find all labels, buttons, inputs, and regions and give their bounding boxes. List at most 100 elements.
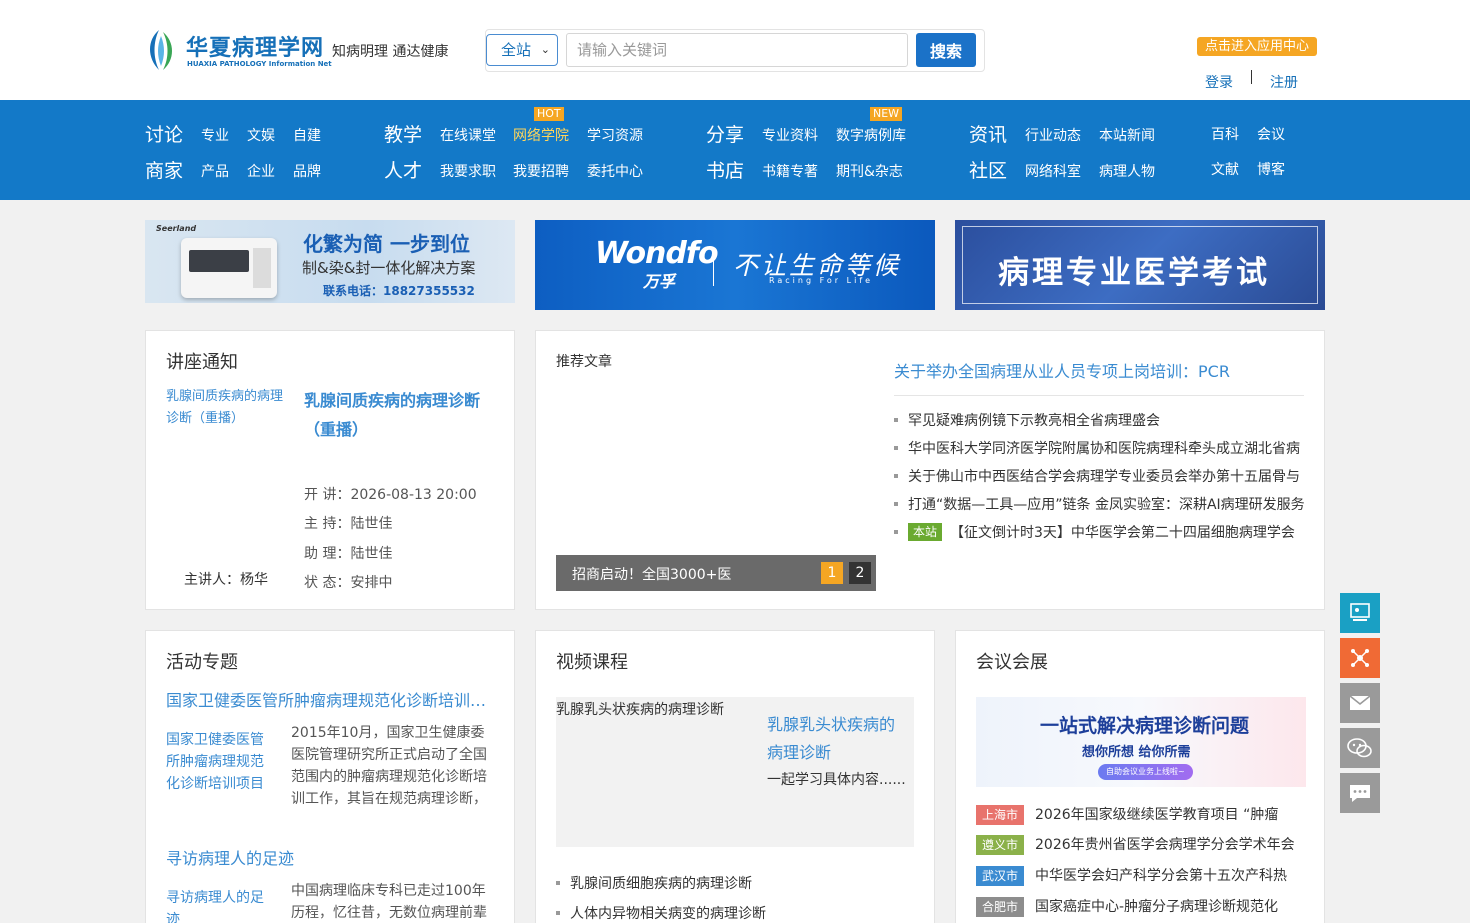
hot-badge: HOT — [534, 107, 564, 121]
nav-head-community[interactable]: 社区 — [969, 156, 1007, 183]
meeting-row[interactable]: 遵义市 2026年贵州省医学会病理学分会学术年会 — [976, 835, 1306, 855]
meeting-row[interactable]: 上海市 2026年国家级继续医学教育项目 “肿瘤 — [976, 805, 1306, 825]
logo-text-en: HUAXIA PATHOLOGY Information Net — [187, 60, 332, 68]
slogan: 知病明理 通达健康 — [332, 44, 449, 60]
main-nav: 讨论 专业 文娱 自建 商家 产品 企业 品牌 教学 在线课堂 网络学院 HOT… — [0, 100, 1470, 200]
nav-head-discuss[interactable]: 讨论 — [145, 120, 183, 147]
activity-image[interactable]: 寻访病理人的足迹 — [166, 887, 276, 923]
video-thumbnail[interactable]: 乳腺乳头状疾病的病理诊断 — [556, 699, 724, 719]
nav-item[interactable]: 自建 — [293, 125, 321, 145]
video-feature-title[interactable]: 乳腺乳头状疾病的病理诊断 — [767, 711, 907, 767]
site-badge: 本站 — [908, 523, 943, 541]
meeting-banner-pill: 自助会议业务上线啦~ — [1098, 764, 1193, 780]
activity-desc: 中国病理临床专科已走过100年历程，忆往昔，无数位病理前辈 — [291, 883, 487, 921]
video-feature-desc: 一起学习具体内容...... — [767, 772, 906, 788]
nav-item-blog[interactable]: 博客 — [1257, 159, 1285, 179]
recommend-headline[interactable]: 关于举办全国病理从业人员专项上岗培训：PCR — [894, 358, 1230, 382]
classroom-icon[interactable] — [1340, 593, 1380, 633]
nav-item[interactable]: 品牌 — [293, 161, 321, 181]
nav-head-talent[interactable]: 人才 — [384, 156, 422, 183]
nav-item[interactable]: 行业动态 — [1025, 125, 1081, 145]
meeting-banner[interactable]: 一站式解决病理诊断问题 想你所想 给你所需 自助会议业务上线啦~ — [976, 697, 1306, 787]
activity-image[interactable]: 国家卫健委医管所肿瘤病理规范化诊断培训项目 — [166, 729, 276, 795]
video-feature[interactable]: 乳腺乳头状疾病的病理诊断 乳腺乳头状疾病的病理诊断 一起学习具体内容...... — [556, 697, 914, 847]
search-scope-select[interactable]: 全站 ⌄ — [486, 34, 558, 66]
recommend-item-text: 【征文倒计时3天】中华医学会第二十四届细胞病理学会 — [950, 525, 1295, 541]
nav-item-network-academy[interactable]: 网络学院 — [513, 125, 569, 145]
meeting-panel: 会议会展 一站式解决病理诊断问题 想你所想 给你所需 自助会议业务上线啦~ 上海… — [955, 630, 1325, 923]
nav-item[interactable]: 我要求职 — [440, 161, 496, 181]
city-tag: 武汉市 — [976, 866, 1024, 886]
search-input[interactable] — [566, 33, 908, 67]
share-network-icon[interactable] — [1340, 638, 1380, 678]
meeting-text: 国家癌症中心-肿瘤分子病理诊断规范化 — [1035, 899, 1279, 915]
nav-item[interactable]: 专业资料 — [762, 125, 818, 145]
nav-item[interactable]: 数字病例库 — [836, 125, 906, 145]
lecture-image[interactable]: 乳腺间质疾病的病理诊断（重播） — [166, 386, 286, 430]
activity-panel-title: 活动专题 — [166, 652, 238, 673]
search-button[interactable]: 搜索 — [916, 33, 976, 67]
nav-item[interactable]: 文娱 — [247, 125, 275, 145]
recommend-item-site[interactable]: 本站 【征文倒计时3天】中华医学会第二十四届细胞病理学会 — [894, 522, 1304, 542]
banner2-brand-cn: 万孚 — [643, 272, 676, 291]
banner1-line2: 制&染&封一体化解决方案 — [302, 259, 476, 277]
nav-item[interactable]: 病理人物 — [1099, 161, 1155, 181]
instrument-image — [181, 238, 277, 298]
divider — [894, 395, 1304, 396]
nav-head-news[interactable]: 资讯 — [969, 120, 1007, 147]
nav-item[interactable]: 产品 — [201, 161, 229, 181]
recommend-item[interactable]: 华中医科大学同济医学院附属协和医院病理科牵头成立湖北省病 — [894, 438, 1304, 458]
chevron-down-icon: ⌄ — [540, 43, 550, 56]
login-link[interactable]: 登录 — [1205, 72, 1233, 92]
site-logo[interactable]: 华夏病理学网 HUAXIA PATHOLOGY Information Net — [145, 28, 332, 72]
carousel-page-1[interactable]: 1 — [821, 562, 843, 584]
recommend-item[interactable]: 关于佛山市中西医结合学会病理学专业委员会举办第十五届骨与 — [894, 466, 1304, 486]
ad-banner-exam[interactable]: 病理专业医学考试 — [955, 220, 1325, 310]
nav-head-merchant[interactable]: 商家 — [145, 156, 183, 183]
nav-head-share[interactable]: 分享 — [706, 120, 744, 147]
nav-head-bookstore[interactable]: 书店 — [706, 156, 744, 183]
video-list-item[interactable]: 人体内异物相关病变的病理诊断 — [556, 903, 766, 923]
logo-leaf-icon — [150, 30, 172, 70]
nav-item[interactable]: 我要招聘 — [513, 161, 569, 181]
recommend-item[interactable]: 打通“数据—工具—应用”链条 金凤实验室：深耕AI病理研发服务 — [894, 494, 1304, 514]
app-center-link[interactable]: 点击进入应用中心 — [1197, 37, 1317, 56]
nav-item[interactable]: 在线课堂 — [440, 125, 496, 145]
nav-item[interactable]: 本站新闻 — [1099, 125, 1155, 145]
nav-item[interactable]: 委托中心 — [587, 161, 643, 181]
city-tag: 上海市 — [976, 805, 1024, 825]
search-scope-value: 全站 — [501, 41, 532, 59]
new-badge: NEW — [870, 107, 903, 121]
nav-item-literature[interactable]: 文献 — [1211, 159, 1239, 179]
carousel-page-2[interactable]: 2 — [849, 562, 871, 584]
video-panel: 视频课程 乳腺乳头状疾病的病理诊断 乳腺乳头状疾病的病理诊断 一起学习具体内容.… — [535, 630, 935, 923]
lecture-link[interactable]: 乳腺间质疾病的病理诊断（重播） — [304, 386, 494, 444]
lecture-status: 状 态：安排中 — [304, 575, 393, 591]
nav-item[interactable]: 专业 — [201, 125, 229, 145]
activity-title[interactable]: 国家卫健委医管所肿瘤病理规范化诊断培训项目 — [166, 687, 491, 711]
nav-item[interactable]: 书籍专著 — [762, 161, 818, 181]
nav-item[interactable]: 网络科室 — [1025, 161, 1081, 181]
login-divider — [1251, 70, 1252, 84]
ad-banner-wondfo[interactable]: Wondfo 万孚 不让生命等候 Racing For Life — [535, 220, 935, 310]
nav-item-encyclopedia[interactable]: 百科 — [1211, 124, 1239, 144]
nav-head-teaching[interactable]: 教学 — [384, 120, 422, 147]
meeting-banner-sub: 想你所想 给你所需 — [1082, 745, 1191, 760]
nav-item[interactable]: 企业 — [247, 161, 275, 181]
meeting-row[interactable]: 武汉市 中华医学会妇产科学分会第十五次产科热 — [976, 866, 1306, 886]
recommend-image[interactable]: 推荐文章 — [556, 351, 612, 371]
meeting-row[interactable]: 合肥市 国家癌症中心-肿瘤分子病理诊断规范化 — [976, 897, 1306, 917]
nav-item[interactable]: 学习资源 — [587, 125, 643, 145]
wechat-icon[interactable] — [1340, 728, 1380, 768]
video-list-item[interactable]: 乳腺间质细胞疾病的病理诊断 — [556, 873, 752, 893]
meeting-banner-title: 一站式解决病理诊断问题 — [1040, 715, 1250, 737]
ad-banner-seerland[interactable]: Seerland 化繁为简 一步到位 制&染&封一体化解决方案 联系电话：188… — [145, 220, 515, 303]
chat-icon[interactable] — [1340, 773, 1380, 813]
register-link[interactable]: 注册 — [1270, 72, 1298, 92]
recommend-carousel-caption[interactable]: 招商启动！全国3000+医 1 2 — [556, 555, 876, 591]
recommend-item[interactable]: 罕见疑难病例镜下示教亮相全省病理盛会 — [894, 410, 1304, 430]
mail-icon[interactable] — [1340, 683, 1380, 723]
activity-title[interactable]: 寻访病理人的足迹 — [166, 845, 491, 869]
nav-item-meeting[interactable]: 会议 — [1257, 124, 1285, 144]
nav-item[interactable]: 期刊&杂志 — [836, 161, 903, 181]
